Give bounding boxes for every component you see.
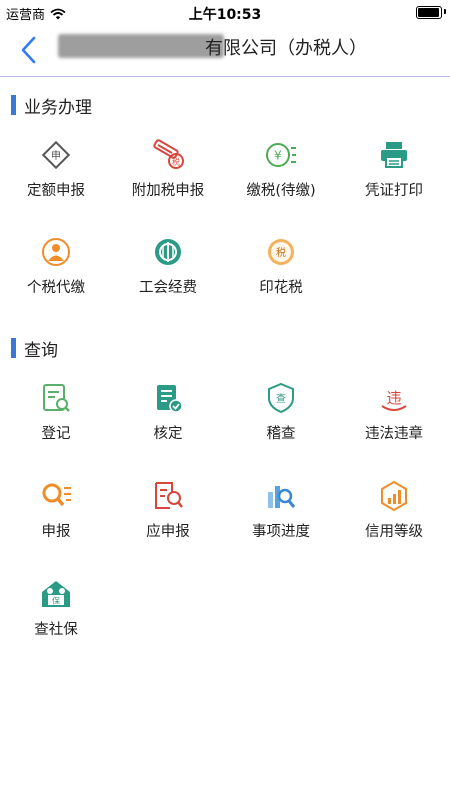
status-time: 上午10:53 [188, 7, 262, 23]
tile-label: 印花税 [259, 280, 303, 296]
tile-declare-fixed[interactable]: 申 定额申报 [0, 139, 112, 219]
tile-label: 附加税申报 [131, 183, 205, 199]
tile-pay-tax[interactable]: ¥ 缴税(待缴) [225, 139, 337, 219]
tile-due-declaration[interactable]: 应申报 [112, 480, 224, 560]
tile-label: 登记 [41, 426, 71, 442]
tile-label: 核定 [153, 426, 183, 442]
nav-bar: 有限公司（办税人） [0, 24, 450, 77]
tile-stamp-tax[interactable]: 税 印花税 [225, 236, 337, 316]
tile-label: 信用等级 [365, 524, 423, 540]
section-header-query: 查询 [11, 337, 58, 361]
violation-icon: 违 [378, 382, 410, 414]
tile-credit-level[interactable]: 信用等级 [338, 480, 450, 560]
register-doc-icon [40, 382, 72, 414]
due-declare-icon [152, 480, 184, 512]
battery-icon [416, 6, 442, 19]
inspection-shield-icon: 查 [265, 382, 297, 414]
tile-social-security[interactable]: 保 查社保 [0, 578, 112, 658]
union-badge-icon [152, 236, 184, 268]
section-accent-bar [11, 338, 16, 358]
personal-tax-icon [40, 236, 72, 268]
progress-chart-icon [265, 480, 297, 512]
tile-label: 事项进度 [252, 524, 310, 540]
redacted-company-name [58, 34, 224, 58]
tile-personal-tax[interactable]: 个税代缴 [0, 236, 112, 316]
printer-icon [378, 139, 410, 171]
tile-label: 应申报 [146, 524, 190, 540]
section-header-business: 业务办理 [11, 94, 92, 118]
stamp-tax-icon: 税 [265, 236, 297, 268]
tile-label: 定额申报 [27, 183, 85, 199]
tile-declaration[interactable]: 申报 [0, 480, 112, 560]
chevron-left-icon [21, 36, 36, 64]
tile-violation[interactable]: 违 违法违章 [338, 382, 450, 462]
pen-tax-icon: 税 [152, 139, 184, 171]
credit-level-icon [378, 480, 410, 512]
page-title: 有限公司（办税人） [205, 38, 367, 59]
tile-label: 凭证打印 [365, 183, 423, 199]
svg-text:查: 查 [276, 392, 286, 405]
section-title: 业务办理 [24, 97, 92, 118]
battery-cap [444, 9, 446, 14]
tile-label: 缴税(待缴) [246, 183, 316, 199]
tile-verify[interactable]: 核定 [112, 382, 224, 462]
section-accent-bar [11, 95, 16, 115]
tile-label: 稽查 [266, 426, 296, 442]
tile-inspection[interactable]: 查 稽查 [225, 382, 337, 462]
svg-text:申: 申 [51, 149, 61, 162]
svg-text:税: 税 [276, 246, 286, 259]
declare-diamond-icon: 申 [40, 139, 72, 171]
svg-text:税: 税 [172, 157, 180, 167]
yen-coin-icon: ¥ [265, 139, 297, 171]
tile-label: 违法违章 [365, 426, 423, 442]
tile-label: 工会经费 [139, 280, 197, 296]
tile-label: 个税代缴 [27, 280, 85, 296]
verified-doc-icon [152, 382, 184, 414]
back-button[interactable] [14, 32, 44, 68]
tile-progress[interactable]: 事项进度 [225, 480, 337, 560]
svg-text:保: 保 [52, 596, 60, 606]
search-list-icon [40, 480, 72, 512]
tile-label: 申报 [41, 524, 71, 540]
social-security-icon: 保 [40, 578, 72, 610]
section-title: 查询 [24, 340, 58, 361]
tile-label: 查社保 [34, 622, 78, 638]
status-bar: 运营商 上午10:53 [0, 0, 450, 24]
tile-surtax-declare[interactable]: 税 附加税申报 [112, 139, 224, 219]
tile-union-fee[interactable]: 工会经费 [112, 236, 224, 316]
svg-text:¥: ¥ [274, 149, 282, 163]
svg-text:违: 违 [386, 389, 401, 407]
tile-print-voucher[interactable]: 凭证打印 [338, 139, 450, 219]
tile-register[interactable]: 登记 [0, 382, 112, 462]
